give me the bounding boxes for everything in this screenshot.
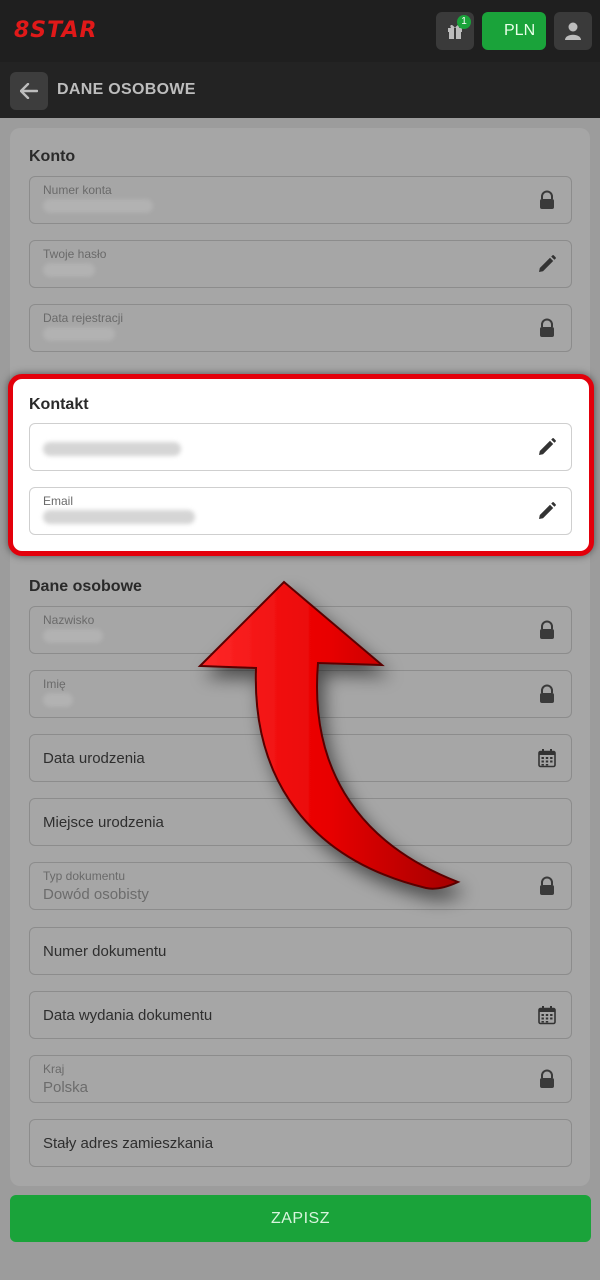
brand-logo[interactable]: 8STAR — [14, 18, 124, 46]
email-field[interactable]: Email — [29, 487, 572, 535]
lock-icon — [537, 876, 557, 896]
blurred-value — [43, 629, 103, 643]
red-arrow-annotation — [197, 580, 461, 890]
save-button[interactable]: ZAPISZ — [10, 1195, 591, 1242]
currency-button[interactable]: PLN — [482, 12, 546, 50]
field-label: Twoje hasło — [43, 247, 107, 261]
section-title-kontakt: Kontakt — [29, 396, 89, 413]
field-placeholder: Miejsce urodzenia — [43, 814, 164, 831]
blurred-value — [43, 263, 95, 277]
phone-field[interactable] — [29, 423, 572, 471]
arrow-left-icon — [20, 83, 38, 99]
lock-icon — [537, 318, 557, 338]
field-placeholder: Stały adres zamieszkania — [43, 1135, 214, 1152]
gift-button[interactable]: 1 — [436, 12, 474, 50]
field-placeholder: Numer dokumentu — [43, 943, 167, 960]
field-label: Nazwisko — [43, 613, 95, 627]
field-placeholder: Data urodzenia — [43, 750, 145, 767]
field-value: Dowód osobisty — [43, 886, 149, 903]
lock-icon — [537, 684, 557, 704]
password-field[interactable]: Twoje hasło — [29, 240, 572, 288]
field-placeholder: Data wydania dokumentu — [43, 1007, 213, 1024]
field-label: Imię — [43, 677, 66, 691]
lock-icon — [537, 1069, 557, 1089]
document-issue-date-field[interactable]: Data wydania dokumentu — [29, 991, 572, 1039]
field-label: Data rejestracji — [43, 311, 124, 325]
blurred-value — [43, 327, 115, 341]
calendar-icon[interactable] — [537, 748, 557, 768]
calendar-icon[interactable] — [537, 1005, 557, 1025]
logo-text: 8STAR — [14, 18, 98, 43]
top-bar: 8STAR 1 PLN — [0, 0, 600, 62]
pencil-icon[interactable] — [537, 501, 557, 521]
pencil-icon[interactable] — [537, 437, 557, 457]
back-button[interactable] — [10, 72, 48, 110]
field-label: Kraj — [43, 1062, 65, 1076]
field-label: Typ dokumentu — [43, 869, 126, 883]
blurred-value — [43, 510, 195, 524]
field-label: Email — [43, 494, 74, 508]
blurred-value — [43, 693, 73, 707]
country-field: Kraj Polska — [29, 1055, 572, 1103]
blurred-value — [43, 199, 153, 213]
page-title: DANE OSOBOWE — [57, 81, 196, 98]
lock-icon — [537, 190, 557, 210]
lock-icon — [537, 620, 557, 640]
field-value: Polska — [43, 1079, 89, 1096]
section-title-dane-osobowe: Dane osobowe — [29, 578, 142, 595]
blurred-value — [43, 442, 181, 456]
account-number-field: Numer konta — [29, 176, 572, 224]
field-label: Numer konta — [43, 183, 112, 197]
account-button[interactable] — [554, 12, 592, 50]
permanent-address-field[interactable]: Stały adres zamieszkania — [29, 1119, 572, 1167]
user-icon — [565, 22, 581, 40]
notification-badge: 1 — [457, 15, 471, 29]
section-title-konto: Konto — [29, 148, 76, 165]
pencil-icon[interactable] — [537, 254, 557, 274]
registration-date-field: Data rejestracji — [29, 304, 572, 352]
